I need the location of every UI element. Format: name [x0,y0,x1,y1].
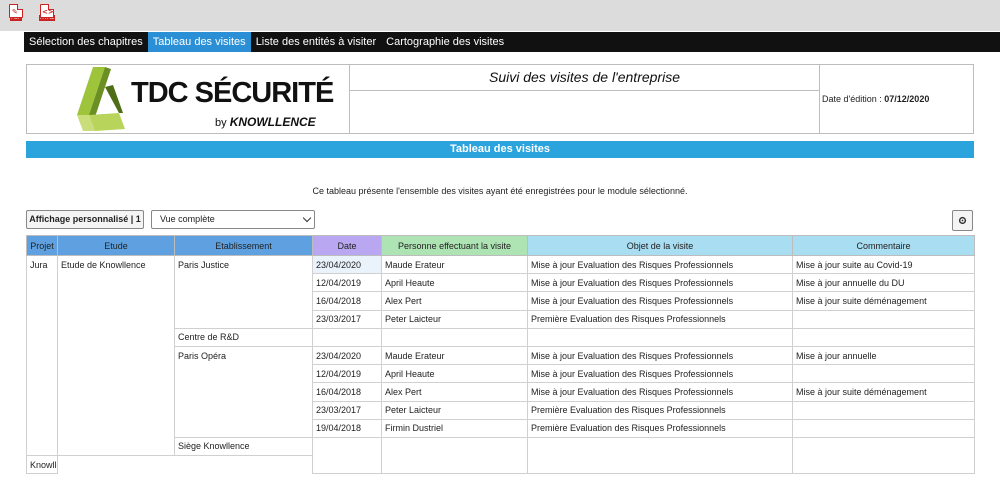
html-glyph: <> [42,8,54,16]
cell-objet: Mise à jour Evaluation des Risques Profe… [527,273,793,293]
cell-commentaire [792,400,975,420]
col-header-date[interactable]: Date [312,235,382,256]
cell-date [312,327,382,347]
logo-name: TDC SÉCURITÉ [131,77,334,109]
table-row[interactable]: Jura Etude de Knowllence Paris Justice 2… [26,254,975,457]
logo-brand: KNOWLLENCE [229,115,316,129]
pdf-glyph: ✎ [12,8,18,16]
cell-objet [527,327,793,347]
custom-view-button[interactable]: Affichage personnalisé | 1 [26,210,144,229]
col-header-commentaire[interactable]: Commentaire [792,235,975,256]
cell-commentaire [792,364,975,384]
cell-objet: Mise à jour Evaluation des Risques Profe… [527,382,793,402]
cell-personne [381,436,528,475]
pdf-export-icon[interactable]: ✎ PDF [8,4,24,25]
date-cell: Date d'édition : 07/12/2020 [820,65,973,133]
section-title: Tableau des visites [26,141,974,158]
view-select-value: Vue complète [160,214,215,224]
cell-date [312,436,382,475]
cell-etablissement: Knowllence Agence Lyon [26,455,58,475]
view-select[interactable]: Vue complète [151,210,315,229]
cell-objet: Mise à jour Evaluation des Risques Profe… [527,291,793,311]
title-blank [350,91,819,133]
report-header: TDC SÉCURITÉ by KNOWLLENCE Suivi des vis… [26,64,974,134]
cell-objet: Première Evaluation des Risques Professi… [527,418,793,438]
cell-objet: Mise à jour Evaluation des Risques Profe… [527,345,793,366]
cell-objet: Première Evaluation des Risques Professi… [527,400,793,420]
cell-commentaire: Mise à jour suite déménagement [792,382,975,402]
cell-personne: April Heaute [381,273,528,293]
cell-etablissement: Centre de R&D [174,327,313,347]
cell-etablissement: Siège Knowllence [174,436,313,457]
export-toolbar: ✎ PDF <> HTML [0,0,1000,31]
cell-date: 12/04/2019 [312,364,382,384]
col-header-projet[interactable]: Projet [26,235,58,256]
tab-tableau-visites[interactable]: Tableau des visites [147,32,251,52]
cell-commentaire: Mise à jour annuelle du DU [792,273,975,293]
cell-personne: Peter Laicteur [381,400,528,420]
cell-commentaire: Mise à jour annuelle [792,345,975,366]
cell-etablissement: Paris Opéra [174,345,313,438]
col-header-etude[interactable]: Etude [57,235,175,256]
main-nav: Sélection des chapitres Tableau des visi… [24,32,1000,52]
cell-personne: Maude Erateur [381,254,528,275]
cell-objet: Mise à jour Evaluation des Risques Profe… [527,364,793,384]
report-title: Suivi des visites de l'entreprise [350,65,819,91]
cell-date: 16/04/2018 [312,291,382,311]
cell-personne: Alex Pert [381,382,528,402]
edition-date: Date d'édition : 07/12/2020 [822,94,929,104]
logo-byline: by KNOWLLENCE [215,115,316,129]
cell-etablissement: Paris Justice [174,255,313,329]
cell-projet: Jura [26,254,58,457]
tab-selection-chapitres[interactable]: Sélection des chapitres [24,32,148,52]
cell-etude: Etude de Knowllence [57,254,175,457]
cell-commentaire [792,418,975,438]
cell-personne: Firmin Dustriel [381,418,528,438]
col-header-objet[interactable]: Objet de la visite [527,235,793,256]
cell-personne [381,327,528,347]
cell-commentaire: Mise à jour suite au Covid-19 [792,254,975,275]
cell-date: 12/04/2019 [312,273,382,293]
gear-icon [958,216,967,225]
tdc-logo-icon [77,67,125,131]
tab-liste-entites[interactable]: Liste des entités à visiter [251,32,381,52]
cell-objet: Première Evaluation des Risques Professi… [527,309,793,329]
title-cell: Suivi des visites de l'entreprise [350,65,820,133]
cell-date: 23/03/2017 [312,400,382,420]
cell-commentaire: Mise à jour suite déménagement [792,291,975,311]
cell-personne: Peter Laicteur [381,309,528,329]
intro-text: Ce tableau présente l'ensemble des visit… [312,186,688,196]
edition-date-label: Date d'édition : [822,94,882,104]
cell-commentaire [792,309,975,329]
cell-commentaire [792,436,975,475]
cell-date: 23/03/2017 [312,309,382,329]
col-header-etablissement[interactable]: Etablissement [174,235,313,256]
edition-date-value: 07/12/2020 [884,94,930,104]
cell-date: 23/04/2020 [312,345,382,366]
logo-cell: TDC SÉCURITÉ by KNOWLLENCE [27,65,350,133]
table-header-row: Projet Etude Etablissement Date Personne… [26,235,975,256]
cell-personne: April Heaute [381,364,528,384]
cell-commentaire [792,327,975,347]
chevron-down-icon [302,213,312,223]
col-header-personne[interactable]: Personne effectuant la visite [381,235,528,256]
tab-cartographie[interactable]: Cartographie des visites [381,32,509,52]
cell-personne: Maude Erateur [381,345,528,366]
visits-table: Projet Etude Etablissement Date Personne… [26,235,975,475]
html-export-icon[interactable]: <> HTML [39,4,55,25]
cell-personne: Alex Pert [381,291,528,311]
cell-date: 23/04/2020 [312,254,382,275]
cell-date: 19/04/2018 [312,418,382,438]
settings-button[interactable] [952,210,973,231]
cell-date: 16/04/2018 [312,382,382,402]
cell-objet: Mise à jour Evaluation des Risques Profe… [527,254,793,275]
cell-objet [527,436,793,475]
logo-by: by [215,117,227,129]
